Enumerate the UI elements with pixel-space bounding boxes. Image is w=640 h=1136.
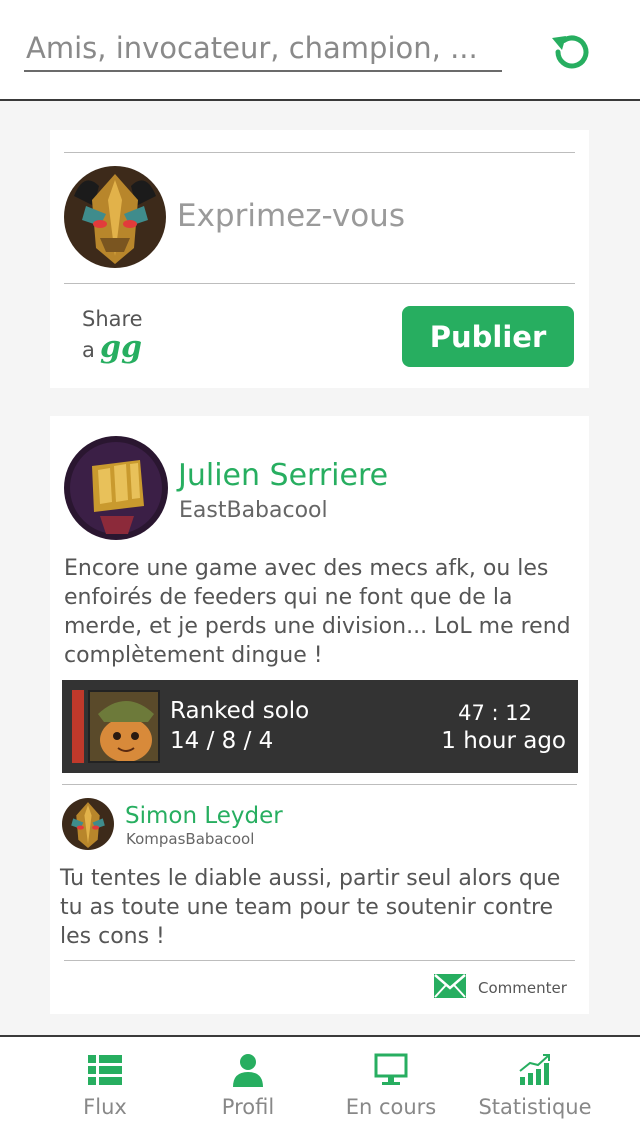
game-kda: 14 / 8 / 4 (170, 728, 274, 754)
share-a-gg-logo: Share a gg (82, 308, 152, 365)
comment-author-handle: KompasBabacool (126, 830, 255, 848)
divider (64, 960, 575, 961)
divider (62, 784, 577, 785)
divider (64, 283, 575, 284)
comment-text: Tu tentes le diable aussi, partir seul a… (60, 866, 561, 949)
post-author-name[interactable]: Julien Serriere (178, 458, 388, 493)
search-input[interactable] (24, 26, 502, 72)
monitor-icon (311, 1053, 471, 1087)
game-duration: 47 : 12 (458, 701, 532, 725)
tab-label: En cours (345, 1095, 437, 1119)
commenter-avatar[interactable] (62, 798, 114, 850)
comment-author-name[interactable]: Simon Leyder (125, 803, 283, 829)
tab-profil[interactable]: Profil (168, 1053, 328, 1133)
publish-button[interactable]: Publier (402, 306, 574, 367)
top-bar (0, 0, 640, 101)
user-icon (168, 1053, 328, 1087)
result-stripe (72, 690, 84, 763)
game-summary[interactable]: Ranked solo 14 / 8 / 4 47 : 12 1 hour ag… (62, 680, 578, 773)
refresh-icon[interactable] (548, 30, 592, 74)
tab-en-cours[interactable]: En cours (311, 1053, 471, 1133)
comment-button[interactable]: Commenter (434, 974, 567, 1002)
post-text: Encore une game avec des mecs afk, ou le… (64, 556, 571, 668)
envelope-icon (434, 974, 466, 1002)
tab-flux[interactable]: Flux (25, 1053, 185, 1133)
chart-icon (455, 1053, 615, 1087)
tab-statistique[interactable]: Statistique (455, 1053, 615, 1133)
post-author-handle: EastBabacool (179, 498, 328, 523)
bottom-tab-bar: Flux Profil En cours Statistique (0, 1035, 640, 1136)
composer-card: Exprimez-vous Share a gg Publier (50, 130, 589, 388)
share-logo-line2: a (82, 338, 95, 362)
tab-label: Statistique (478, 1095, 592, 1119)
list-icon (25, 1053, 185, 1087)
user-avatar[interactable] (64, 166, 166, 268)
divider (64, 152, 575, 153)
gg-logo-text: gg (99, 330, 142, 365)
share-logo-line1: Share (82, 307, 143, 331)
tab-label: Flux (83, 1095, 127, 1119)
game-mode: Ranked solo (170, 698, 310, 724)
tab-label: Profil (221, 1095, 275, 1119)
author-avatar[interactable] (64, 436, 168, 540)
post-card: Julien Serriere EastBabacool Encore une … (50, 416, 589, 1014)
comment-button-label: Commenter (478, 979, 567, 997)
game-time-ago: 1 hour ago (441, 728, 566, 754)
status-prompt[interactable]: Exprimez-vous (177, 198, 405, 234)
champion-portrait (88, 690, 160, 763)
